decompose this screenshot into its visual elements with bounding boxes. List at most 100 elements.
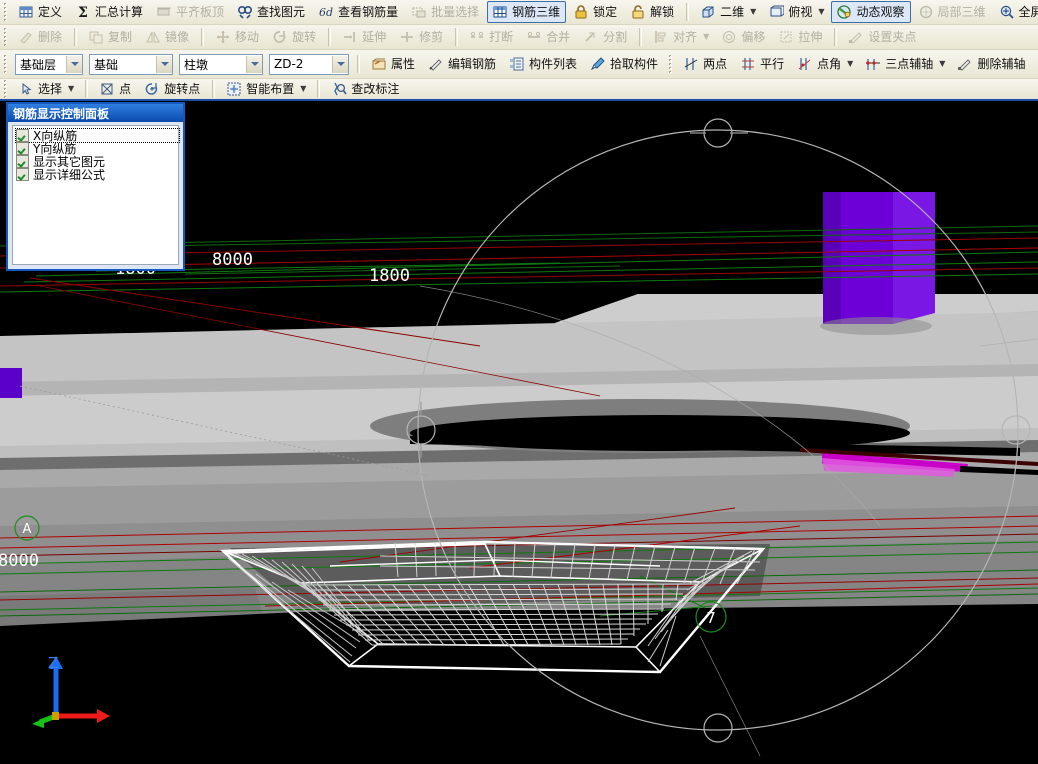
chevron-down-icon[interactable]: ▼ bbox=[818, 2, 824, 22]
toolbar-button-offset[interactable]: 偏移 bbox=[716, 26, 771, 48]
toolbar-button-three-point-axis[interactable]: 三点辅轴 ▼ bbox=[860, 53, 950, 75]
toolbar-grip[interactable] bbox=[3, 3, 10, 21]
toolbar-button-check-annotation[interactable]: 查改标注 bbox=[326, 79, 405, 99]
toolbar-button-local-3d[interactable]: 局部三维 bbox=[913, 1, 992, 23]
point-angle-axis-icon bbox=[797, 56, 813, 72]
chevron-down-icon[interactable] bbox=[332, 55, 348, 73]
toolbar-button-rebar-3d[interactable]: 钢筋三维 bbox=[487, 1, 567, 23]
toolbar-button-dynamic-observe[interactable]: 动态观察 bbox=[831, 1, 911, 23]
rebar-display-control-panel[interactable]: 钢筋显示控制面板 X向纵筋 Y向纵筋 显示其它图元 显示详细公式 bbox=[6, 102, 185, 271]
toolbar-button-align-slab-top[interactable]: 平齐板顶 bbox=[151, 1, 230, 23]
toolbar-button-move[interactable]: 移动 bbox=[210, 26, 265, 48]
checkbox-show-other-elements[interactable] bbox=[16, 155, 29, 168]
batch-select-icon bbox=[411, 4, 427, 20]
toolbar-button-batch-select-label: 批量选择 bbox=[431, 5, 480, 19]
chevron-down-icon[interactable] bbox=[246, 55, 262, 73]
toolbar-button-trim[interactable]: 修剪 bbox=[394, 26, 449, 48]
toolbar-button-view-rebar-qty[interactable]: 6d 查看钢筋量 bbox=[313, 1, 404, 23]
copy-icon bbox=[88, 29, 104, 45]
toolbar-button-lock[interactable]: 锁定 bbox=[568, 1, 623, 23]
toolbar-button-stretch[interactable]: 拉伸 bbox=[773, 26, 828, 48]
toolbar-separator bbox=[317, 80, 321, 98]
toolbar-button-two-point-axis-label: 两点 bbox=[703, 57, 728, 71]
split-icon bbox=[583, 29, 599, 45]
toolbar-button-extend[interactable]: 延伸 bbox=[337, 26, 392, 48]
toolbar-button-align[interactable]: 对齐 ▼ bbox=[648, 26, 714, 48]
toolbar-grip[interactable] bbox=[3, 80, 10, 98]
chevron-down-icon[interactable] bbox=[156, 55, 172, 73]
toolbar-button-set-grip[interactable]: 设置夹点 bbox=[843, 26, 922, 48]
pick-component-icon bbox=[590, 56, 606, 72]
toolbar-button-summary-calc[interactable]: Σ 汇总计算 bbox=[70, 1, 149, 23]
floor-select[interactable]: 基础层 bbox=[15, 53, 83, 75]
toolbar-button-mirror[interactable]: 镜像 bbox=[140, 26, 195, 48]
chevron-down-icon[interactable] bbox=[66, 55, 82, 73]
toolbar-button-delete[interactable]: 删除 bbox=[13, 26, 68, 48]
toolbar-button-view-2d[interactable]: 二维 ▼ bbox=[695, 1, 761, 23]
toolbar-button-pick-component[interactable]: 拾取构件 bbox=[585, 53, 664, 75]
toolbar-button-properties[interactable]: 属性 bbox=[366, 53, 421, 75]
toolbar-button-copy[interactable]: 复制 bbox=[83, 26, 138, 48]
checkbox-x-rebar[interactable] bbox=[16, 129, 29, 142]
offset-icon bbox=[721, 29, 737, 45]
toolbar-row-draw: 选择 ▼ 点 旋转点 智能布置 ▼ 查改标注 bbox=[0, 79, 1038, 101]
toolbar-button-point-angle-axis[interactable]: 点角 ▼ bbox=[792, 53, 858, 75]
toolbar-button-set-grip-label: 设置夹点 bbox=[868, 30, 917, 44]
parallel-axis-icon bbox=[740, 56, 756, 72]
toolbar-button-split-label: 分割 bbox=[603, 30, 628, 44]
toolbar-grip[interactable] bbox=[668, 55, 676, 73]
toolbar-button-parallel-axis[interactable]: 平行 bbox=[735, 53, 790, 75]
extend-icon bbox=[342, 29, 358, 45]
toolbar-button-define[interactable]: 定义 bbox=[13, 1, 68, 23]
chevron-down-icon[interactable]: ▼ bbox=[300, 79, 306, 99]
toolbar-button-break[interactable]: 打断 bbox=[464, 26, 519, 48]
top-view-icon bbox=[768, 4, 785, 20]
chevron-down-icon[interactable]: ▼ bbox=[847, 54, 853, 74]
three-point-axis-icon bbox=[865, 56, 881, 72]
chevron-down-icon[interactable]: ▼ bbox=[68, 79, 74, 99]
toolbar-button-two-point-axis[interactable]: 两点 bbox=[678, 53, 733, 75]
toolbar-grip[interactable] bbox=[3, 55, 10, 73]
smart-layout-icon bbox=[226, 81, 242, 97]
toolbar-button-edit-rebar[interactable]: 编辑钢筋 bbox=[423, 53, 502, 75]
dimension-label: 8000 bbox=[0, 551, 39, 571]
checkbox-row-show-detailed-formula[interactable]: 显示详细公式 bbox=[16, 168, 178, 182]
unlock-icon bbox=[630, 4, 646, 20]
dynamic-observe-icon bbox=[836, 4, 852, 20]
chevron-down-icon[interactable]: ▼ bbox=[939, 54, 945, 74]
toolbar-button-extend-label: 延伸 bbox=[362, 30, 387, 44]
toolbar-button-dimension[interactable]: 尺寸标 bbox=[1033, 53, 1038, 75]
category-select[interactable]: 基础 bbox=[89, 53, 173, 75]
toolbar-button-unlock[interactable]: 解锁 bbox=[625, 1, 680, 23]
toolbar-button-split[interactable]: 分割 bbox=[578, 26, 633, 48]
panel-body: X向纵筋 Y向纵筋 显示其它图元 显示详细公式 bbox=[12, 125, 180, 265]
toolbar-button-find-element[interactable]: 查找图元 bbox=[232, 1, 311, 23]
toolbar-button-smart-layout[interactable]: 智能布置 ▼ bbox=[221, 79, 311, 99]
toolbar-button-delete-axis[interactable]: 删除辅轴 bbox=[952, 53, 1031, 75]
view-rebar-qty-icon: 6d bbox=[318, 4, 334, 20]
toolbar-separator bbox=[74, 28, 78, 46]
toolbar-button-top-view[interactable]: 俯视 ▼ bbox=[763, 1, 829, 23]
toolbar-button-view-rebar-qty-label: 查看钢筋量 bbox=[338, 5, 399, 19]
3d-viewport[interactable]: 1800 8000 1800 8000 A 7 Z 钢筋显示控制面板 X向纵筋 … bbox=[0, 96, 1038, 764]
toolbar-grip[interactable] bbox=[3, 28, 10, 46]
toolbar-button-merge[interactable]: 合并 bbox=[521, 26, 576, 48]
axis-marker-label: 7 bbox=[706, 609, 716, 627]
toolbar-button-rotate-point[interactable]: 旋转点 bbox=[139, 79, 206, 99]
checkbox-show-detailed-formula[interactable] bbox=[16, 168, 29, 181]
toolbar-button-select[interactable]: 选择 ▼ bbox=[13, 79, 79, 99]
toolbar-button-fullscreen[interactable]: 全屏 bbox=[994, 1, 1038, 23]
component-type-select[interactable]: 柱墩 bbox=[179, 53, 263, 75]
toolbar-button-delete-label: 删除 bbox=[38, 30, 63, 44]
toolbar-separator bbox=[328, 28, 332, 46]
toolbar-button-rotate[interactable]: 旋转 bbox=[267, 26, 322, 48]
checkbox-y-rebar[interactable] bbox=[16, 142, 29, 155]
merge-icon bbox=[526, 29, 542, 45]
chevron-down-icon[interactable]: ▼ bbox=[750, 2, 756, 22]
toolbar-button-point[interactable]: 点 bbox=[94, 79, 137, 99]
chevron-down-icon[interactable]: ▼ bbox=[703, 27, 709, 47]
toolbar-button-component-list[interactable]: 构件列表 bbox=[504, 53, 583, 75]
toolbar-button-batch-select[interactable]: 批量选择 bbox=[406, 1, 485, 23]
component-select[interactable]: ZD-2 bbox=[269, 53, 349, 75]
toolbar-area: 定义 Σ 汇总计算 平齐板顶 查找图元 6d 查看钢筋量 批量选择 钢筋三维 锁… bbox=[0, 0, 1038, 101]
